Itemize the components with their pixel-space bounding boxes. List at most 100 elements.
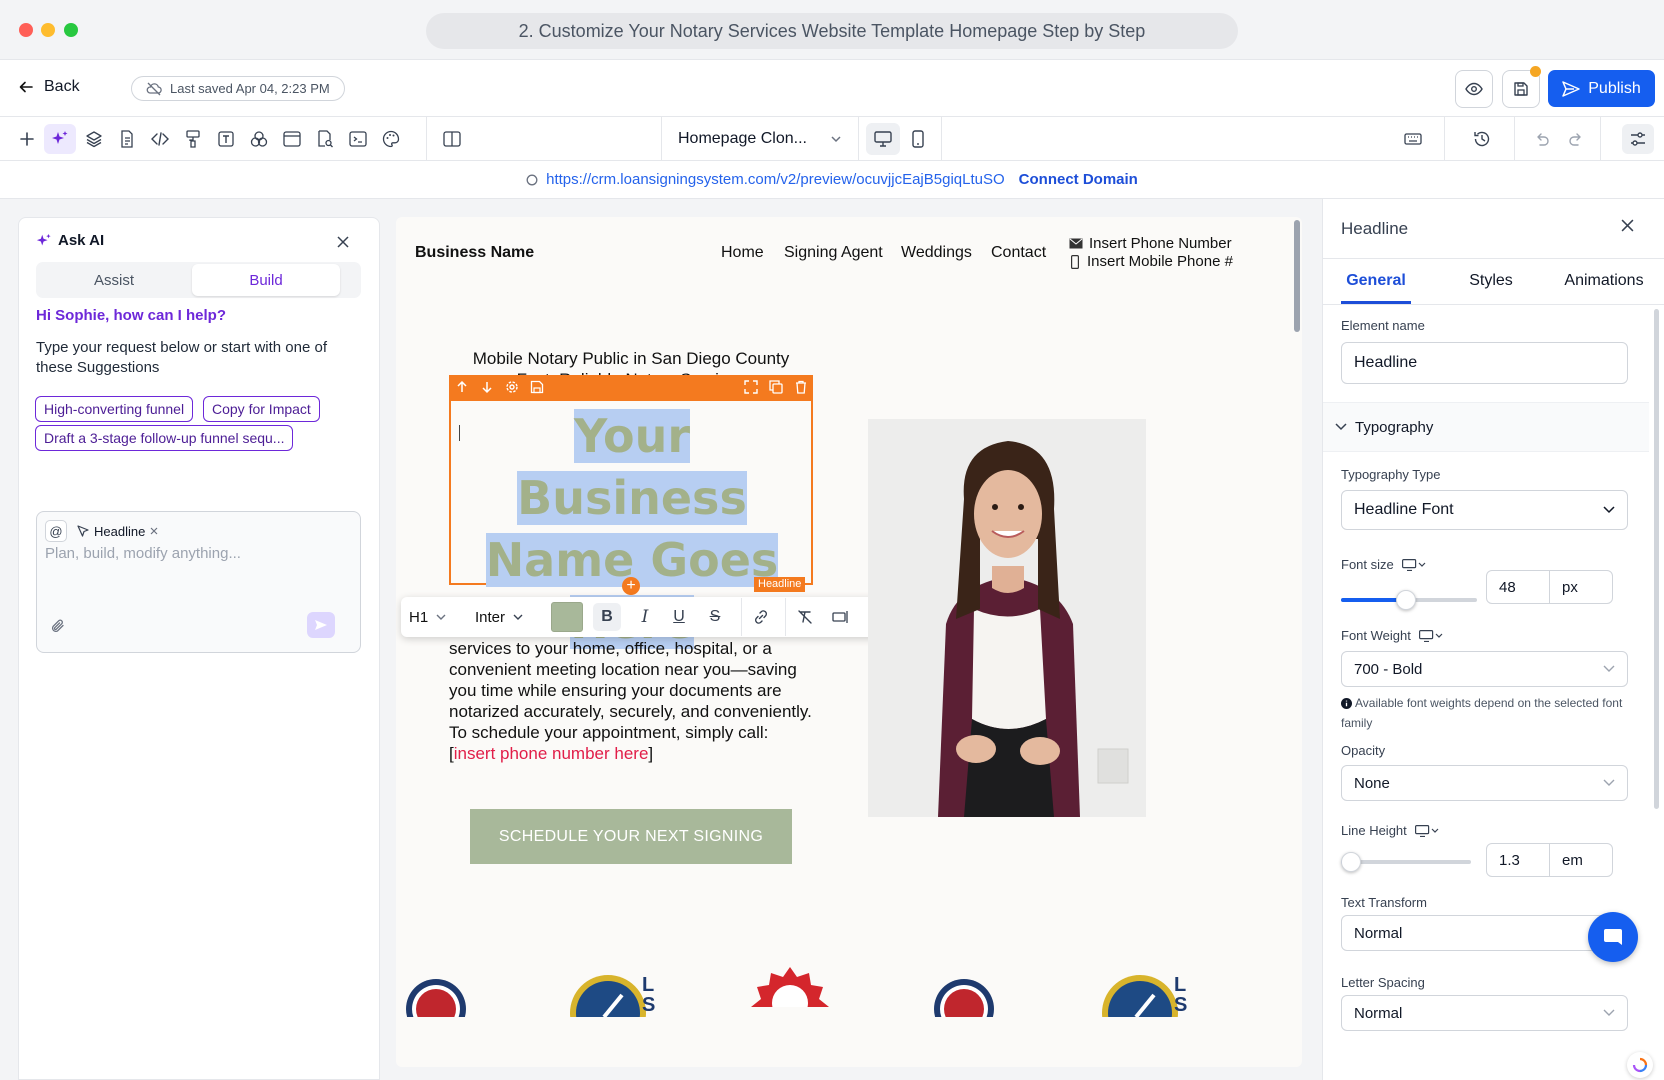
- line-height-slider[interactable]: [1341, 851, 1471, 873]
- element-name-input[interactable]: Headline: [1341, 342, 1628, 384]
- preview-url-link[interactable]: https://crm.loansigningsystem.com/v2/pre…: [546, 171, 1005, 188]
- typography-type-value: Headline Font: [1354, 501, 1454, 518]
- gear-icon[interactable]: [505, 380, 519, 394]
- monitor-icon[interactable]: [1418, 629, 1443, 642]
- settings-panel-button[interactable]: [1622, 124, 1654, 154]
- paint-roller-icon: [186, 130, 200, 148]
- monitor-icon[interactable]: [1401, 558, 1426, 571]
- heading-level-dropdown[interactable]: H1: [409, 605, 461, 629]
- terminal-button[interactable]: [342, 124, 374, 154]
- undo-button[interactable]: [1526, 124, 1558, 154]
- styles-button[interactable]: [177, 124, 209, 154]
- code-button[interactable]: [144, 124, 176, 154]
- opacity-select[interactable]: None: [1341, 765, 1628, 801]
- tab-build[interactable]: Build: [192, 264, 340, 296]
- typography-section-header[interactable]: Typography: [1323, 402, 1649, 452]
- font-size-unit[interactable]: px: [1550, 579, 1612, 596]
- hero-body-text[interactable]: services to your home, office, hospital,…: [449, 638, 813, 764]
- close-props-button[interactable]: [1621, 219, 1634, 232]
- text-color-swatch[interactable]: [551, 602, 583, 632]
- close-icon[interactable]: [150, 527, 158, 535]
- add-element-button[interactable]: [11, 124, 43, 154]
- line-height-input[interactable]: 1.3: [1487, 844, 1550, 876]
- font-weight-select[interactable]: 700 - Bold: [1341, 651, 1628, 687]
- tab-animations[interactable]: Animations: [1549, 272, 1659, 290]
- theme-button[interactable]: [375, 124, 407, 154]
- split-view-button[interactable]: [436, 124, 468, 154]
- slider-handle[interactable]: [1396, 590, 1416, 610]
- keyboard-shortcuts-button[interactable]: [1397, 124, 1429, 154]
- attach-button[interactable]: [50, 618, 66, 634]
- sections-button[interactable]: [276, 124, 308, 154]
- connect-domain-link[interactable]: Connect Domain: [1019, 171, 1138, 188]
- text-button[interactable]: [210, 124, 242, 154]
- monitor-icon[interactable]: [1414, 824, 1439, 837]
- slider-handle[interactable]: [1341, 852, 1361, 872]
- hero-body-close: ]: [648, 744, 654, 763]
- publish-button[interactable]: Publish: [1548, 70, 1655, 107]
- suggestion-chip[interactable]: High-converting funnel: [35, 396, 194, 422]
- minimize-window-button[interactable]: [41, 23, 55, 37]
- hero-photo[interactable]: [868, 419, 1146, 817]
- letter-spacing-value: Normal: [1354, 1004, 1403, 1022]
- suggestion-chip[interactable]: Copy for Impact: [203, 396, 320, 422]
- nav-signing-agent[interactable]: Signing Agent: [784, 244, 883, 262]
- strikethrough-button[interactable]: S: [701, 603, 729, 631]
- pages-button[interactable]: [111, 124, 143, 154]
- text-transform-select[interactable]: Normal: [1341, 915, 1628, 951]
- suggestion-chip[interactable]: Draft a 3-stage follow-up funnel sequ...: [35, 425, 294, 451]
- add-below-button[interactable]: +: [622, 577, 640, 595]
- italic-button[interactable]: I: [631, 603, 659, 631]
- arrow-up-icon[interactable]: [455, 380, 469, 394]
- text-direction-button[interactable]: [827, 603, 855, 631]
- expand-icon[interactable]: [744, 380, 758, 394]
- nav-weddings[interactable]: Weddings: [901, 244, 972, 262]
- canvas-scrollbar[interactable]: [1294, 220, 1300, 332]
- underline-button[interactable]: U: [665, 603, 693, 631]
- ai-sparkle-button[interactable]: [44, 124, 76, 154]
- page-dropdown[interactable]: Homepage Clon...: [662, 117, 858, 161]
- headline-element[interactable]: Your Business Name Goes Here: [449, 399, 813, 649]
- typography-type-select[interactable]: Headline Font: [1341, 490, 1628, 530]
- font-size-slider[interactable]: [1341, 589, 1477, 611]
- link-button[interactable]: [747, 603, 775, 631]
- clear-format-button[interactable]: [791, 603, 819, 631]
- elements-button[interactable]: [243, 124, 275, 154]
- cta-button[interactable]: SCHEDULE YOUR NEXT SIGNING: [470, 809, 792, 864]
- tab-general[interactable]: General: [1341, 272, 1411, 290]
- line-height-unit[interactable]: em: [1550, 852, 1612, 869]
- letter-spacing-select[interactable]: Normal: [1341, 995, 1628, 1031]
- font-size-input[interactable]: 48: [1487, 571, 1550, 603]
- trash-icon[interactable]: [794, 380, 808, 394]
- desktop-view-button[interactable]: [866, 123, 900, 155]
- send-prompt-button[interactable]: [307, 612, 335, 638]
- back-button[interactable]: Back: [18, 78, 80, 96]
- props-scrollbar[interactable]: [1654, 309, 1659, 809]
- nav-home[interactable]: Home: [721, 244, 764, 262]
- hero-phone-link[interactable]: insert phone number here: [454, 744, 649, 763]
- tab-assist[interactable]: Assist: [38, 264, 190, 296]
- maximize-window-button[interactable]: [64, 23, 78, 37]
- chat-support-button[interactable]: [1588, 912, 1638, 962]
- site-business-name[interactable]: Business Name: [415, 244, 534, 262]
- duplicate-icon[interactable]: [769, 380, 783, 394]
- mobile-view-button[interactable]: [902, 124, 934, 154]
- preview-button[interactable]: [1455, 70, 1493, 108]
- tab-styles[interactable]: Styles: [1451, 272, 1531, 290]
- bold-button[interactable]: B: [593, 603, 621, 631]
- close-ai-panel-button[interactable]: [337, 236, 349, 248]
- arrow-down-icon[interactable]: [480, 380, 494, 394]
- hero-eyebrow-line1[interactable]: Mobile Notary Public in San Diego County: [449, 349, 813, 369]
- layers-button[interactable]: [78, 124, 110, 154]
- ai-prompt-box: @ Headline Plan, build, modify anything.…: [36, 511, 361, 653]
- history-button[interactable]: [1466, 124, 1498, 154]
- svg-text:L: L: [1174, 974, 1186, 996]
- mention-button[interactable]: @: [45, 520, 67, 542]
- font-family-dropdown[interactable]: Inter: [475, 605, 539, 629]
- close-window-button[interactable]: [19, 23, 33, 37]
- nav-contact[interactable]: Contact: [991, 244, 1046, 262]
- seo-button[interactable]: [309, 124, 341, 154]
- redo-button[interactable]: [1560, 124, 1592, 154]
- ai-prompt-input[interactable]: Plan, build, modify anything...: [45, 545, 241, 562]
- save-icon[interactable]: [530, 380, 544, 394]
